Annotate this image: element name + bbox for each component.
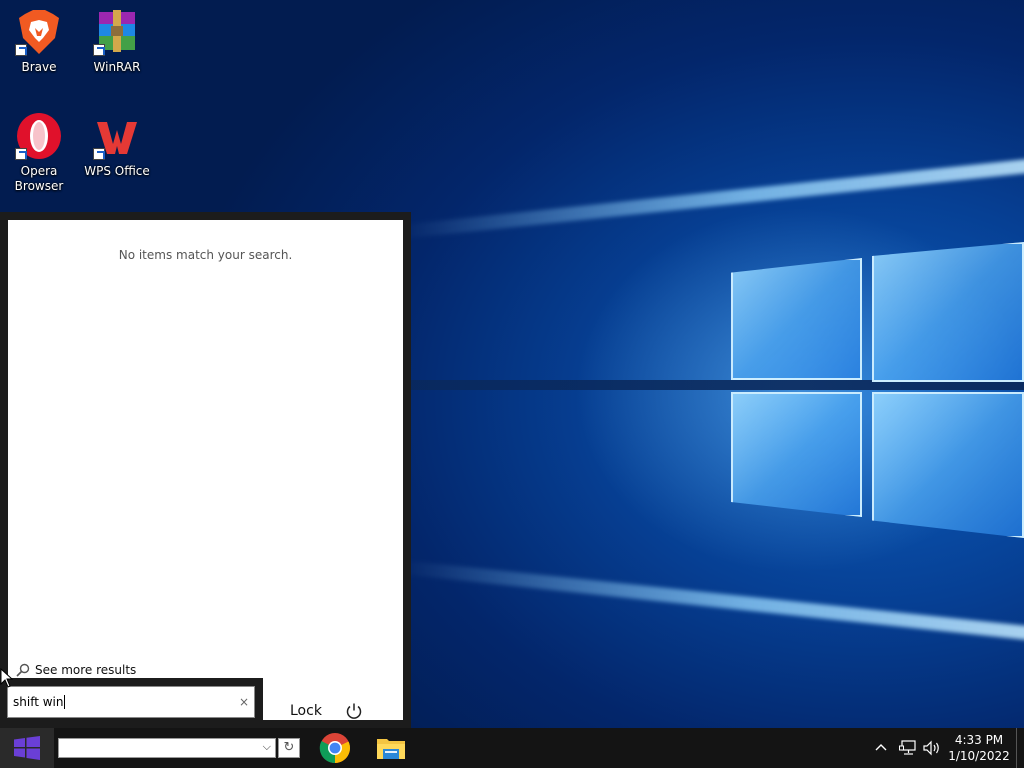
windows-logo-pane [731,258,862,380]
brave-icon [15,8,63,56]
desktop-icon-winrar[interactable]: WinRAR [79,8,155,75]
shortcut-arrow-icon [15,44,27,56]
desktop-icon-brave[interactable]: Brave [1,8,77,75]
desktop-icon-wps-office[interactable]: WPS Office [79,112,155,179]
no-results-message: No items match your search. [118,248,293,262]
volume-icon[interactable] [923,740,941,756]
desktop-icon-label: WinRAR [93,60,141,74]
desktop-icon-opera[interactable]: Opera Browser [1,112,77,194]
start-search-input[interactable]: shift win × [7,686,255,718]
show-desktop-button[interactable] [1016,728,1024,768]
shortcut-arrow-icon [15,148,27,160]
search-input-value: shift win [13,695,66,709]
see-more-label: See more results [35,663,137,677]
windows-logo-pane [872,242,1024,382]
address-toolbar-input[interactable]: ⌵ [58,738,276,758]
windows-start-icon [14,736,40,760]
taskbar: ⌵ ↻ 4:33 PM 1/10/2022 [0,728,1024,768]
file-explorer-icon[interactable] [375,732,407,764]
windows-logo-pane [731,392,862,517]
start-search-panel: No items match your search. See more res… [0,212,411,728]
clock-date: 1/10/2022 [948,749,1010,763]
windows-logo-pane [872,392,1024,538]
search-icon [16,663,30,677]
desktop-icon-label: Opera Browser [14,164,64,193]
refresh-icon[interactable]: ↻ [278,738,300,758]
taskbar-clock[interactable]: 4:33 PM 1/10/2022 [946,732,1012,764]
shortcut-arrow-icon [93,44,105,56]
shortcut-arrow-icon [93,148,105,160]
start-button[interactable] [0,728,54,768]
chevron-up-icon[interactable] [874,740,888,754]
mouse-cursor-icon [0,668,14,688]
light-beam [399,151,1024,239]
winrar-icon [93,8,141,56]
chevron-down-icon[interactable]: ⌵ [263,740,271,754]
wps-office-icon [93,112,141,160]
lock-button[interactable]: Lock [290,703,322,719]
search-box-frame: shift win × [0,678,263,728]
desktop-icon-label: WPS Office [84,164,150,178]
light-beam [399,560,1024,648]
chrome-icon[interactable] [319,732,351,764]
clear-search-icon[interactable]: × [239,695,249,709]
opera-icon [15,112,63,160]
clock-time: 4:33 PM [954,733,1004,747]
see-more-results-link[interactable]: See more results [16,663,136,677]
network-icon[interactable] [899,740,917,756]
desktop-icon-label: Brave [21,60,57,74]
search-results-area: No items match your search. See more res… [8,220,403,720]
power-icon[interactable] [345,702,363,720]
